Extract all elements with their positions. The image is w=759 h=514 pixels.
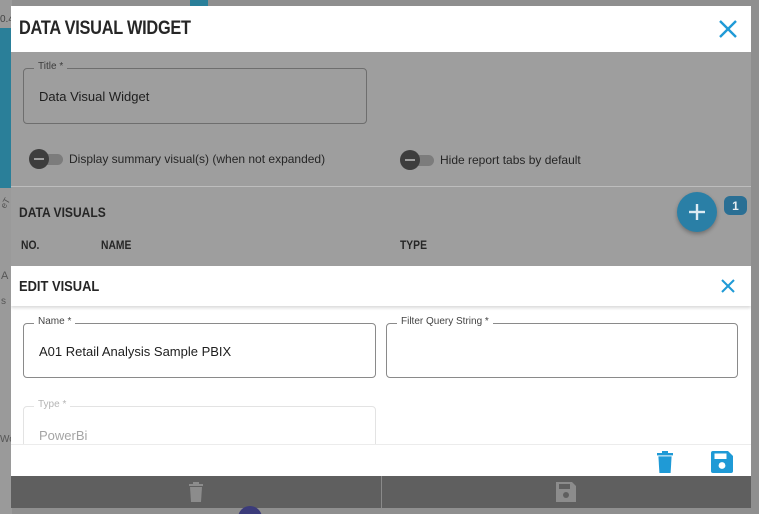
column-header-no: NO.	[21, 238, 40, 252]
save-icon	[556, 482, 577, 502]
background-tile	[0, 28, 11, 188]
background-delete-button	[11, 476, 381, 508]
trash-icon	[657, 451, 673, 473]
visual-name-field[interactable]: Name * A01 Retail Analysis Sample PBIX	[23, 316, 376, 378]
dialog-header: DATA VISUAL WIDGET	[11, 6, 751, 52]
column-header-name: NAME	[101, 238, 132, 252]
close-icon	[721, 279, 735, 293]
visual-type-field-label: Type *	[34, 399, 71, 410]
close-dialog-button[interactable]	[715, 16, 741, 42]
title-field[interactable]: Title * Data Visual Widget	[23, 61, 367, 124]
plus-icon	[689, 204, 705, 220]
trash-icon	[188, 482, 203, 502]
add-visual-button[interactable]	[677, 192, 717, 232]
save-icon	[711, 451, 733, 473]
background-text-fragment: s	[1, 296, 6, 307]
edit-visual-header: EDIT VISUAL	[11, 266, 751, 306]
data-visuals-heading: DATA VISUALS	[19, 204, 106, 220]
background-save-button	[380, 476, 752, 508]
background-text-fragment: A	[1, 270, 9, 282]
visual-name-field-value: A01 Retail Analysis Sample PBIX	[39, 344, 232, 359]
close-icon	[719, 20, 737, 38]
hide-report-tabs-toggle-label: Hide report tabs by default	[440, 153, 581, 167]
filter-query-string-field[interactable]: Filter Query String *	[386, 316, 738, 378]
edit-visual-footer	[11, 444, 751, 476]
hide-tabs-toggle-row: Hide report tabs by default	[400, 150, 581, 170]
title-field-value: Data Visual Widget	[39, 89, 150, 104]
close-edit-visual-button[interactable]	[715, 273, 741, 299]
background-action-bar	[11, 476, 751, 508]
edit-visual-title: EDIT VISUAL	[19, 277, 100, 295]
visual-count-badge: 1	[724, 196, 747, 215]
summary-visual-toggle-row: Display summary visual(s) (when not expa…	[29, 149, 325, 169]
visual-type-field-value: PowerBi	[39, 428, 88, 443]
edit-visual-dialog: EDIT VISUAL Name * A01 Retail Analysis S…	[11, 266, 751, 476]
hide-report-tabs-toggle[interactable]	[400, 150, 436, 170]
filter-query-string-field-label: Filter Query String *	[397, 316, 493, 327]
summary-visual-toggle[interactable]	[29, 149, 65, 169]
summary-visual-toggle-label: Display summary visual(s) (when not expa…	[69, 152, 326, 166]
visual-name-field-label: Name *	[34, 316, 76, 327]
section-divider	[11, 186, 751, 187]
column-header-type: TYPE	[400, 238, 427, 252]
delete-visual-button[interactable]	[653, 450, 677, 474]
title-field-label: Title *	[34, 61, 68, 72]
dialog-title: DATA VISUAL WIDGET	[19, 18, 191, 39]
save-visual-button[interactable]	[710, 450, 734, 474]
